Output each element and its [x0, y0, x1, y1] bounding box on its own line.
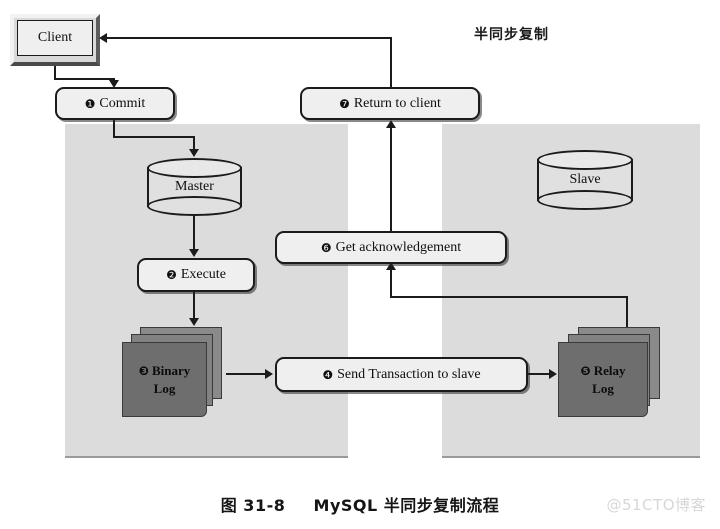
step-box-commit[interactable]: ❶ Commit: [55, 87, 175, 120]
connector-relaylog-ack-h: [390, 296, 628, 298]
connector-master-to-execute: [193, 216, 195, 250]
connector-getack-to-return: [390, 124, 392, 231]
master-database-cylinder: Master: [147, 158, 242, 216]
figure-number: 图 31-8: [220, 496, 286, 515]
slave-label: Slave: [569, 172, 601, 187]
relay-log-label-line1: Relay: [593, 362, 626, 378]
diagram-title: 半同步复制: [474, 27, 549, 43]
step-label-get-acknowledgement: Get acknowledgement: [335, 239, 462, 255]
binary-log-label-row1: ❸ Binary: [139, 363, 190, 379]
step-label-execute: Execute: [180, 267, 226, 282]
step-box-execute-text: ❷ Execute: [166, 267, 226, 283]
relay-log-label-line2: Log: [592, 380, 614, 396]
connector-binarylog-to-send: [226, 373, 268, 375]
step-number-5: ❺: [580, 363, 591, 378]
step-label-send-transaction: Send Transaction to slave: [337, 366, 481, 382]
arrowhead-master-to-execute: [189, 249, 199, 257]
relay-log-label: ❺ Relay Log: [558, 342, 648, 417]
slave-database-cylinder: Slave: [537, 150, 633, 210]
connector-relaylog-ack-v2: [390, 266, 392, 296]
step-number-3: ❸: [138, 363, 149, 378]
figure-caption-text: MySQL 半同步复制流程: [313, 496, 500, 515]
connector-commit-to-master-h: [113, 136, 194, 138]
step-box-send-transaction[interactable]: ❹ Send Transaction to slave: [275, 357, 528, 392]
step-box-getack-text: ❻ Get acknowledgement: [321, 240, 461, 256]
arrowhead-send-to-relaylog: [549, 369, 557, 379]
arrowhead-binarylog-to-send: [265, 369, 273, 379]
arrowhead-return-to-client: [99, 33, 107, 43]
binary-log-label-line2: Log: [153, 380, 176, 396]
step-box-send-text: ❹ Send Transaction to slave: [322, 367, 480, 383]
connector-commit-to-master-v2: [193, 136, 195, 150]
relay-log-stack: ❺ Relay Log: [558, 327, 668, 422]
step-number-7: ❼: [339, 96, 350, 111]
diagram-canvas: 半同步复制 Client ❶ Commit ❼ Return to client…: [0, 0, 720, 529]
master-cylinder-top: [147, 158, 242, 178]
step-number-2: ❷: [166, 268, 177, 282]
connector-client-to-commit-h: [54, 78, 115, 80]
arrowhead-getack-to-return: [386, 120, 396, 128]
client-label: Client: [37, 30, 73, 45]
step-label-commit: Commit: [99, 95, 146, 111]
slave-cylinder-bottom: [537, 190, 633, 210]
master-label: Master: [175, 179, 214, 194]
slave-cylinder-top: [537, 150, 633, 170]
step-box-get-acknowledgement[interactable]: ❻ Get acknowledgement: [275, 231, 507, 264]
step-number-4: ❹: [322, 367, 334, 382]
step-box-return-text: ❼ Return to client: [339, 96, 441, 112]
watermark: @51CTO博客: [606, 496, 706, 514]
binary-log-stack: ❸ Binary Log: [122, 327, 227, 422]
step-box-return-to-client[interactable]: ❼ Return to client: [300, 87, 480, 120]
binary-log-label: ❸ Binary Log: [122, 342, 207, 417]
master-cylinder-bottom: [147, 196, 242, 216]
arrowhead-commit-to-master: [189, 149, 199, 157]
step-box-commit-text: ❶ Commit: [85, 96, 146, 112]
connector-return-to-client-v: [390, 37, 392, 89]
relay-log-label-row1: ❺ Relay: [581, 363, 626, 379]
arrowhead-execute-to-binarylog: [189, 318, 199, 326]
binary-log-label-line1: Binary: [151, 362, 191, 378]
client-screen: Client: [17, 20, 93, 56]
connector-execute-to-binarylog: [193, 292, 195, 320]
client-node: Client: [10, 14, 100, 66]
step-label-return-to-client: Return to client: [353, 95, 441, 111]
step-box-execute[interactable]: ❷ Execute: [137, 258, 255, 292]
connector-return-to-client-h: [106, 37, 392, 39]
step-number-1: ❶: [84, 96, 96, 111]
step-number-6: ❻: [320, 240, 332, 255]
